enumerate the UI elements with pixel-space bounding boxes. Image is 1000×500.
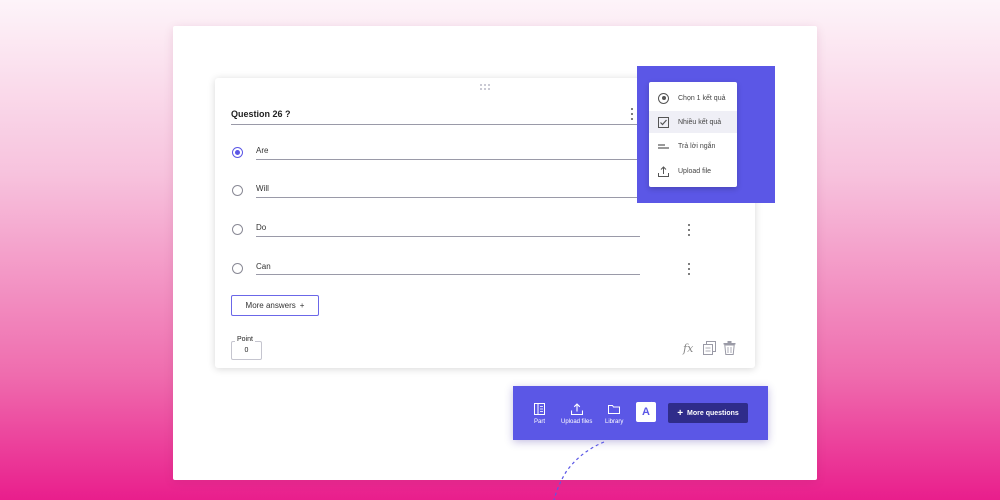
menu-item-label: Upload file [678,167,712,175]
answer-underline [256,159,640,160]
more-questions-label: More questions [687,409,739,417]
point-value[interactable]: 0 [231,347,262,354]
menu-item-short-answer[interactable]: Trả lời ngắn [649,135,737,157]
answer-text-2[interactable]: Will [256,184,269,193]
trash-icon[interactable] [723,341,736,355]
menu-item-label: Trả lời ngắn [678,142,716,150]
more-answers-button[interactable]: More answers + [231,295,319,316]
more-questions-button[interactable]: + More questions [668,403,748,423]
answer-text-4[interactable]: Can [256,262,271,271]
menu-item-multiple-choice[interactable]: Nhiều kết quả [649,111,737,133]
plus-icon: + [677,407,684,419]
answer-underline [256,197,640,198]
folder-icon [608,405,621,414]
answer-text-1[interactable]: Are [256,146,268,155]
answer-underline [256,236,640,237]
answer-radio-3[interactable] [232,224,243,235]
formula-icon[interactable]: fx [683,342,693,355]
short-text-icon [658,143,669,149]
part-icon [534,403,545,415]
part-label: Part [534,419,546,425]
question-title[interactable]: Question 26 ? [231,109,291,119]
library-label: Library [605,419,624,425]
answer-underline [256,274,640,275]
menu-item-single-choice[interactable]: Chọn 1 kết quả [649,87,737,109]
sparkle-icon: ✦ [648,400,656,410]
point-label: Point [235,336,255,343]
question-more-icon[interactable] [630,108,634,120]
copy-icon[interactable] [703,341,716,355]
upload-files-label: Upload files [561,419,593,425]
menu-item-label: Nhiều kết quả [678,118,722,126]
plus-icon: + [299,301,305,310]
more-answers-label: More answers [245,301,296,310]
upload-icon [570,403,583,415]
upload-icon [658,165,669,177]
answer-text-3[interactable]: Do [256,223,266,232]
answer-more-icon[interactable] [687,224,691,236]
answer-more-icon[interactable] [687,263,691,275]
checkbox-icon [658,116,669,128]
part-button[interactable]: Part [534,403,545,425]
drag-handle-icon[interactable] [480,84,492,92]
radio-icon [658,92,669,104]
upload-files-button[interactable]: Upload files [561,403,592,425]
menu-item-upload-file[interactable]: Upload file [649,160,737,182]
library-button[interactable]: Library [605,403,623,425]
question-title-underline [231,124,641,125]
answer-radio-4[interactable] [232,263,243,274]
menu-item-label: Chọn 1 kết quả [678,94,726,102]
answer-radio-1[interactable] [232,147,243,158]
answer-radio-2[interactable] [232,185,243,196]
connector-dashed-line [553,441,605,500]
